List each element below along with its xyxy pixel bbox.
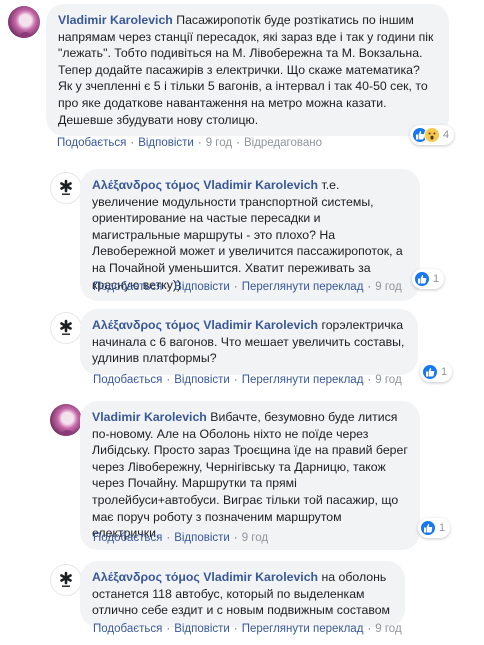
see-translation-link[interactable]: Переглянути переклад	[242, 281, 364, 293]
comment-actions: Подобається · Відповісти · 9 год	[93, 532, 269, 544]
timestamp[interactable]: 9 год	[375, 281, 401, 293]
reaction-summary[interactable]: 4	[410, 125, 455, 145]
comment-text: Вибачте, безумовно буде литися по-новому…	[92, 410, 412, 541]
reaction-summary[interactable]: 1	[412, 269, 445, 289]
timestamp[interactable]: 9 год	[242, 532, 268, 544]
avatar[interactable]	[50, 172, 82, 204]
comment-bubble: Αλέξανδρος τόμος Vladimir Karolevich на …	[80, 561, 405, 627]
comment-text: т.е. увеличение модульности транспортной…	[92, 178, 407, 292]
comment-author[interactable]: Vladimir Karolevich	[92, 410, 207, 424]
like-link[interactable]: Подобається	[93, 532, 162, 544]
avatar[interactable]	[50, 404, 82, 436]
reaction-count: 1	[439, 522, 446, 534]
comment-author[interactable]: Αλέξανδρος τόμος	[92, 570, 200, 584]
wow-face-icon	[424, 127, 440, 143]
thumbs-up-icon	[414, 271, 430, 287]
comment-actions: Подобається · Відповісти · Переглянути перек…	[93, 281, 402, 293]
reaction-summary[interactable]: 1	[420, 362, 453, 382]
comment-bubble: Vladimir Karolevich Вибачте, безумовно б…	[80, 401, 420, 550]
asterisk-avatar-icon	[60, 571, 72, 587]
asterisk-avatar-icon	[60, 179, 72, 195]
portrait-icon	[17, 14, 34, 38]
reaction-summary[interactable]: 1	[418, 518, 451, 538]
comment-actions: Подобається · Відповісти · Переглянути перек…	[93, 374, 402, 386]
timestamp[interactable]: 9 год	[206, 137, 232, 149]
reply-link[interactable]: Відповісти	[174, 532, 230, 544]
reply-link[interactable]: Відповісти	[174, 374, 230, 386]
timestamp[interactable]: 9 год	[375, 374, 401, 386]
like-link[interactable]: Подобається	[93, 281, 162, 293]
thumbs-up-icon	[420, 520, 436, 536]
comment-actions: Подобається · Відповісти · Переглянути перек…	[93, 623, 402, 635]
comment-bubble: Αλέξανδρος τόμος Vladimir Karolevich гор…	[80, 309, 418, 375]
comment-author[interactable]: Vladimir Karolevich	[58, 13, 173, 27]
like-link[interactable]: Подобається	[93, 623, 162, 635]
mention-link[interactable]: Vladimir Karolevich	[203, 178, 318, 192]
edited-label[interactable]: Відредаговано	[244, 137, 322, 149]
like-link[interactable]: Подобається	[57, 137, 126, 149]
see-translation-link[interactable]: Переглянути переклад	[242, 623, 364, 635]
comment-text: Пасажиропотік буде розтікатись по іншим …	[58, 13, 437, 127]
comment-author[interactable]: Αλέξανδρος τόμος	[92, 178, 200, 192]
avatar[interactable]	[50, 564, 82, 596]
thumbs-up-icon	[422, 364, 438, 380]
comment-author[interactable]: Αλέξανδρος τόμος	[92, 318, 200, 332]
reaction-count: 1	[441, 366, 448, 378]
mention-link[interactable]: Vladimir Karolevich	[203, 570, 318, 584]
portrait-icon	[59, 412, 76, 436]
reply-link[interactable]: Відповісти	[174, 623, 230, 635]
asterisk-avatar-icon	[60, 319, 72, 335]
avatar[interactable]	[50, 312, 82, 344]
avatar[interactable]	[8, 6, 40, 38]
see-translation-link[interactable]: Переглянути переклад	[242, 374, 364, 386]
like-link[interactable]: Подобається	[93, 374, 162, 386]
reply-link[interactable]: Відповісти	[138, 137, 194, 149]
comment-bubble: Vladimir Karolevich Пасажиропотік буде р…	[46, 4, 449, 137]
comment-actions: Подобається · Відповісти · 9 год · Відредагова…	[57, 137, 322, 149]
reaction-count: 4	[443, 129, 450, 141]
mention-link[interactable]: Vladimir Karolevich	[203, 318, 318, 332]
timestamp[interactable]: 9 год	[375, 623, 401, 635]
reaction-count: 1	[433, 273, 440, 285]
reply-link[interactable]: Відповісти	[174, 281, 230, 293]
